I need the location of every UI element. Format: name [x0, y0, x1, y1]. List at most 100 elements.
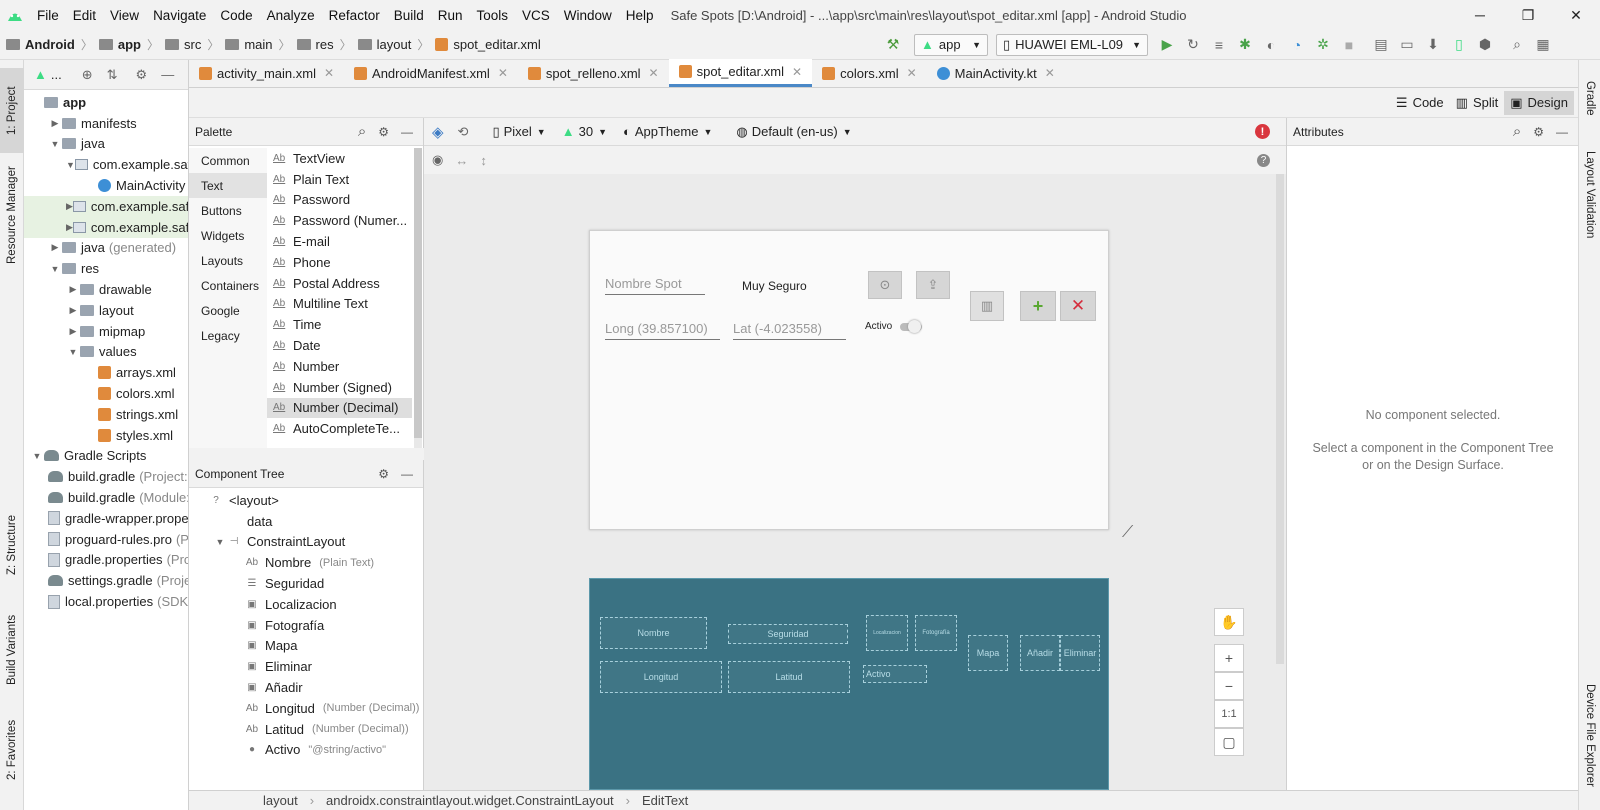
- component-tree-item[interactable]: ▣ Añadir: [189, 677, 423, 698]
- seguridad-spinner[interactable]: Muy Seguro: [742, 279, 807, 293]
- close-tab-icon[interactable]: ✕: [1045, 66, 1055, 80]
- bp-eliminar[interactable]: Eliminar: [1060, 635, 1100, 671]
- bp-fotografia[interactable]: Fotografía: [915, 615, 957, 651]
- close-window-button[interactable]: ✕: [1552, 0, 1600, 30]
- project-tree-item[interactable]: ▼com.example.safes: [24, 154, 188, 175]
- expanded-arrow-icon[interactable]: ▼: [48, 264, 62, 274]
- gear-icon[interactable]: ⚙: [1533, 125, 1544, 139]
- project-tree-item[interactable]: ▶ java (generated): [24, 238, 188, 259]
- palette-item[interactable]: Ab Plain Text: [267, 169, 412, 190]
- locate-icon[interactable]: ⊕: [82, 67, 93, 83]
- component-tree-item[interactable]: Ab Latitud (Number (Decimal)): [189, 719, 423, 740]
- project-tree-item[interactable]: gradle-wrapper.prope: [24, 508, 188, 529]
- breadcrumb-item[interactable]: app 〉: [93, 36, 159, 53]
- run-icon[interactable]: ▶: [1154, 32, 1180, 58]
- menu-run[interactable]: Run: [431, 8, 470, 23]
- project-tree-item[interactable]: app: [24, 92, 188, 113]
- rerun-icon[interactable]: ↻: [1180, 32, 1206, 58]
- collapsed-arrow-icon[interactable]: ▶: [66, 305, 80, 316]
- vertical-resize-icon[interactable]: ↕: [480, 153, 487, 168]
- menu-refactor[interactable]: Refactor: [322, 8, 387, 23]
- device-select[interactable]: ▯ HUAWEI EML-L09 ▼: [996, 33, 1148, 56]
- bp-latitud[interactable]: Latitud: [728, 661, 850, 693]
- resize-handle-icon[interactable]: ⟋: [1122, 524, 1133, 542]
- project-tree-item[interactable]: ▼ values: [24, 342, 188, 363]
- breadcrumb-item[interactable]: res 〉: [291, 36, 352, 53]
- maximize-button[interactable]: ❐: [1504, 0, 1552, 30]
- collapse-all-icon[interactable]: ⇅: [107, 67, 118, 83]
- horizontal-resize-icon[interactable]: ↔: [455, 153, 468, 168]
- mapa-button[interactable]: ▥: [970, 291, 1004, 321]
- project-tree-item[interactable]: build.gradle (Module:: [24, 487, 188, 508]
- collapsed-arrow-icon[interactable]: ▶: [66, 201, 73, 212]
- palette-item[interactable]: Ab Multiline Text: [267, 294, 412, 315]
- eliminar-button[interactable]: ✕: [1060, 291, 1096, 321]
- project-tree-item[interactable]: gradle.properties (Pro: [24, 550, 188, 571]
- localizacion-button[interactable]: ⊙: [868, 271, 902, 299]
- project-view-select[interactable]: ...: [51, 67, 62, 82]
- component-tree-item[interactable]: data: [189, 511, 423, 532]
- status-crumb-edittext[interactable]: EditText: [642, 793, 688, 808]
- expanded-arrow-icon[interactable]: ▼: [213, 537, 227, 547]
- palette-category[interactable]: Containers: [189, 273, 267, 298]
- design-preview[interactable]: Nombre Spot Muy Seguro ⊙ ⇪ ▥ + ✕ Long (3…: [589, 230, 1109, 530]
- project-tree-item[interactable]: colors.xml: [24, 383, 188, 404]
- device-file-explorer-tab[interactable]: Device File Explorer: [1579, 670, 1600, 800]
- anadir-button[interactable]: +: [1020, 291, 1056, 321]
- zoom-in-icon[interactable]: +: [1214, 644, 1244, 672]
- palette-item[interactable]: Ab Password (Numer...: [267, 210, 412, 231]
- build-hammer-icon[interactable]: ⚒: [880, 32, 906, 58]
- palette-category[interactable]: Widgets: [189, 223, 267, 248]
- close-tab-icon[interactable]: ✕: [649, 66, 659, 80]
- gear-icon[interactable]: ⚙: [136, 67, 148, 83]
- run-config-select[interactable]: ▲ app ▼: [914, 33, 988, 56]
- palette-item[interactable]: Ab Number: [267, 356, 412, 377]
- orientation-icon[interactable]: ⟲: [458, 124, 469, 140]
- breadcrumb-item[interactable]: layout 〉: [352, 36, 429, 53]
- project-tree-item[interactable]: styles.xml: [24, 425, 188, 446]
- component-tree-item[interactable]: ? <layout>: [189, 490, 423, 511]
- component-tree-item[interactable]: ▣ Fotografía: [189, 615, 423, 636]
- locale-select[interactable]: ◍ Default (en-us) ▼: [736, 124, 851, 140]
- project-tree-item[interactable]: ▶com.example.safes: [24, 216, 188, 238]
- canvas-vertical-scrollbar[interactable]: [1276, 174, 1284, 664]
- palette-item[interactable]: Ab Password: [267, 190, 412, 211]
- search-icon[interactable]: ⌕: [1513, 123, 1521, 140]
- latitud-field[interactable]: Lat (-4.023558): [733, 321, 846, 340]
- bp-anadir[interactable]: Añadir: [1020, 635, 1060, 671]
- attach-debugger-icon[interactable]: ◐: [1258, 32, 1284, 58]
- project-tree-item[interactable]: arrays.xml: [24, 362, 188, 383]
- project-tree-item[interactable]: proguard-rules.pro(Pr: [24, 529, 188, 550]
- palette-item[interactable]: Ab Number (Signed): [267, 377, 412, 398]
- palette-category[interactable]: Layouts: [189, 248, 267, 273]
- hide-panel-icon[interactable]: —: [161, 67, 174, 82]
- component-tree-item[interactable]: ▣ Localizacion: [189, 594, 423, 615]
- editor-tab[interactable]: colors.xml ✕: [812, 59, 927, 87]
- palette-item[interactable]: Ab Phone: [267, 252, 412, 273]
- view-options-eye-icon[interactable]: ◉: [432, 152, 443, 168]
- project-tree-item[interactable]: local.properties (SDK: [24, 591, 188, 612]
- project-tree-item[interactable]: settings.gradle(Projec: [24, 570, 188, 591]
- search-everywhere-icon[interactable]: ⌕: [1504, 32, 1530, 58]
- component-tree-item[interactable]: ▣ Eliminar: [189, 656, 423, 677]
- project-tree-item[interactable]: MainActivity: [24, 175, 188, 196]
- project-structure-icon[interactable]: ▤: [1368, 32, 1394, 58]
- component-tree-item[interactable]: ▼ ⊣ ConstraintLayout: [189, 532, 423, 553]
- coverage-icon[interactable]: ✲: [1310, 32, 1336, 58]
- menu-navigate[interactable]: Navigate: [146, 8, 213, 23]
- bp-nombre[interactable]: Nombre: [600, 617, 707, 649]
- palette-scroll-thumb[interactable]: [414, 148, 422, 438]
- editor-tab[interactable]: spot_editar.xml ✕: [668, 59, 813, 87]
- hide-panel-icon[interactable]: —: [401, 467, 413, 481]
- layout-validation-tab[interactable]: Layout Validation: [1579, 140, 1600, 250]
- project-tree-item[interactable]: ▶ mipmap: [24, 321, 188, 342]
- menu-build[interactable]: Build: [387, 8, 431, 23]
- hide-panel-icon[interactable]: —: [1556, 125, 1568, 139]
- project-tree-item[interactable]: ▼ java: [24, 134, 188, 155]
- zoom-to-fit-icon[interactable]: ▢: [1214, 728, 1244, 756]
- structure-tool-tab[interactable]: Z: Structure: [0, 505, 24, 585]
- palette-category[interactable]: Legacy: [189, 323, 267, 348]
- activo-switch[interactable]: Activo: [865, 319, 923, 333]
- longitud-field[interactable]: Long (39.857100): [605, 321, 720, 340]
- apply-changes-icon[interactable]: ≡: [1206, 32, 1232, 58]
